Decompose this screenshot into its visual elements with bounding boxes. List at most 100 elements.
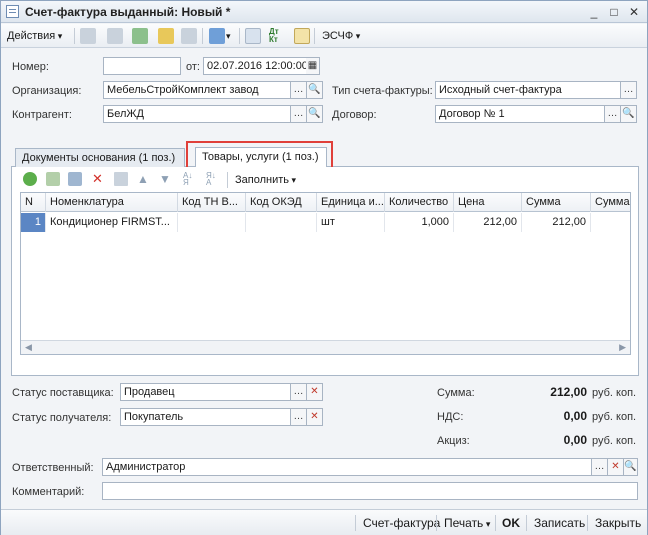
- date-field[interactable]: 02.07.2016 12:00:00: [203, 57, 307, 75]
- column-header[interactable]: Код ТН В...: [178, 193, 246, 212]
- minimize-button[interactable]: _: [586, 5, 602, 19]
- tn-code-cell[interactable]: [178, 213, 246, 232]
- copy-row-icon[interactable]: [46, 172, 60, 186]
- toolbar-separator: [74, 28, 75, 44]
- contract-select-button[interactable]: …: [605, 105, 621, 123]
- excise-label: Акциз:: [437, 435, 470, 447]
- contract-label: Договор:: [332, 109, 377, 121]
- responsible-select-button[interactable]: …: [592, 458, 608, 476]
- end-edit-icon[interactable]: [114, 172, 128, 186]
- go-to-icon[interactable]: [209, 28, 225, 44]
- responsible-clear-icon[interactable]: ✕: [608, 458, 624, 476]
- responsible-label: Ответственный:: [12, 462, 94, 474]
- maximize-button[interactable]: □: [606, 5, 622, 19]
- counterparty-select-button[interactable]: …: [291, 105, 307, 123]
- price-cell[interactable]: 212,00: [454, 213, 522, 232]
- main-toolbar: Действия ▾ Дт Кт ЭСЧФ: [1, 24, 647, 48]
- counterparty-open-icon[interactable]: 🔍: [307, 105, 323, 123]
- unit-cell[interactable]: шт: [317, 213, 385, 232]
- number-field[interactable]: [103, 57, 181, 75]
- toolbar-separator: [314, 28, 315, 44]
- supplier-status-label: Статус поставщика:: [12, 387, 114, 399]
- invoice-type-field[interactable]: Исходный счет-фактура: [435, 81, 621, 99]
- close-window-button[interactable]: ✕: [626, 5, 642, 19]
- scroll-left-icon[interactable]: ◀: [25, 342, 32, 353]
- fill-menu[interactable]: Заполнить: [235, 172, 296, 188]
- toolbar-separator: [526, 515, 527, 531]
- excise-value: 0,00: [563, 433, 587, 447]
- delete-row-icon[interactable]: ✕: [92, 172, 106, 186]
- contract-field[interactable]: Договор № 1: [435, 105, 605, 123]
- recipient-status-label: Статус получателя:: [12, 412, 112, 424]
- tab-base-documents[interactable]: Документы основания (1 поз.): [15, 148, 185, 167]
- go-to-dropdown-icon[interactable]: ▾: [226, 28, 231, 44]
- recipient-status-clear-icon[interactable]: ✕: [307, 408, 323, 426]
- close-button[interactable]: Закрыть: [595, 516, 641, 530]
- organization-open-icon[interactable]: 🔍: [307, 81, 323, 99]
- supplier-status-field[interactable]: Продавец: [120, 383, 291, 401]
- post-document-icon[interactable]: [158, 28, 174, 44]
- currency-unit: руб. коп.: [592, 387, 637, 399]
- invoice-print-button[interactable]: Счет-фактура: [363, 516, 440, 530]
- comment-field[interactable]: [102, 482, 638, 500]
- number-label: Номер:: [12, 61, 49, 73]
- toolbar-separator: [436, 515, 437, 531]
- column-header[interactable]: Код ОКЭД: [246, 193, 317, 212]
- edit-icon[interactable]: [107, 28, 123, 44]
- column-header[interactable]: Сумма: [591, 193, 630, 212]
- unpost-document-icon[interactable]: [181, 28, 197, 44]
- print-menu[interactable]: Печать: [444, 516, 490, 530]
- counterparty-field[interactable]: БелЖД: [103, 105, 291, 123]
- column-header[interactable]: Номенклатура: [46, 193, 178, 212]
- goods-toolbar: ✕ ▲ ▼ A↓ Я Я↓ A Заполнить: [13, 170, 637, 190]
- recipient-status-field[interactable]: Покупатель: [120, 408, 291, 426]
- save-button[interactable]: Записать: [534, 516, 585, 530]
- copy-icon[interactable]: [80, 28, 96, 44]
- sort-ascending-icon[interactable]: A↓ Я: [183, 172, 197, 187]
- bottom-bar: Счет-фактура Печать OK Записать Закрыть: [1, 509, 647, 535]
- nomenclature-cell[interactable]: Кондиционер FIRMST...: [46, 213, 178, 232]
- actions-menu[interactable]: Действия: [7, 28, 62, 44]
- dt-kt-icon[interactable]: Дт Кт: [269, 28, 285, 44]
- row-number-cell[interactable]: 1: [21, 213, 46, 232]
- sum2-cell[interactable]: [591, 213, 630, 232]
- sort-descending-icon[interactable]: Я↓ A: [206, 172, 220, 187]
- responsible-open-icon[interactable]: 🔍: [624, 458, 638, 476]
- recipient-status-select-button[interactable]: …: [291, 408, 307, 426]
- supplier-status-select-button[interactable]: …: [291, 383, 307, 401]
- supplier-status-clear-icon[interactable]: ✕: [307, 383, 323, 401]
- eschf-menu[interactable]: ЭСЧФ: [322, 28, 360, 44]
- scroll-right-icon[interactable]: ▶: [619, 342, 626, 353]
- column-header[interactable]: Единица и...: [317, 193, 385, 212]
- column-header[interactable]: Сумма: [522, 193, 591, 212]
- oked-code-cell[interactable]: [246, 213, 317, 232]
- horizontal-scrollbar[interactable]: ◀ ▶: [21, 340, 630, 354]
- column-header[interactable]: N: [21, 193, 46, 212]
- register-movements-icon[interactable]: [294, 28, 310, 44]
- calendar-icon[interactable]: ▦: [306, 57, 320, 75]
- goods-table: N Номенклатура Код ТН В... Код ОКЭД Един…: [20, 192, 631, 355]
- column-header[interactable]: Количество: [385, 193, 454, 212]
- invoice-type-select-button[interactable]: …: [621, 81, 637, 99]
- quantity-cell[interactable]: 1,000: [385, 213, 454, 232]
- document-structure-icon[interactable]: [245, 28, 261, 44]
- organization-field[interactable]: МебельСтройКомплект завод: [103, 81, 291, 99]
- refresh-icon[interactable]: [132, 28, 148, 44]
- ok-button[interactable]: OK: [502, 516, 520, 530]
- add-row-icon[interactable]: [23, 172, 37, 186]
- toolbar-separator: [227, 172, 228, 188]
- move-up-icon[interactable]: ▲: [137, 172, 151, 186]
- responsible-field[interactable]: Администратор: [102, 458, 592, 476]
- edit-row-icon[interactable]: [68, 172, 82, 186]
- total-sum-label: Сумма:: [437, 387, 475, 399]
- contract-open-icon[interactable]: 🔍: [621, 105, 637, 123]
- column-header[interactable]: Цена: [454, 193, 522, 212]
- toolbar-separator: [355, 515, 356, 531]
- title-bar[interactable]: Счет-фактура выданный: Новый * _ □ ✕: [1, 1, 647, 23]
- table-row[interactable]: 1 Кондиционер FIRMST... шт 1,000 212,00 …: [21, 213, 630, 232]
- organization-select-button[interactable]: …: [291, 81, 307, 99]
- move-down-icon[interactable]: ▼: [159, 172, 173, 186]
- toolbar-separator: [587, 515, 588, 531]
- sum-cell[interactable]: 212,00: [522, 213, 591, 232]
- window-title: Счет-фактура выданный: Новый *: [25, 5, 231, 19]
